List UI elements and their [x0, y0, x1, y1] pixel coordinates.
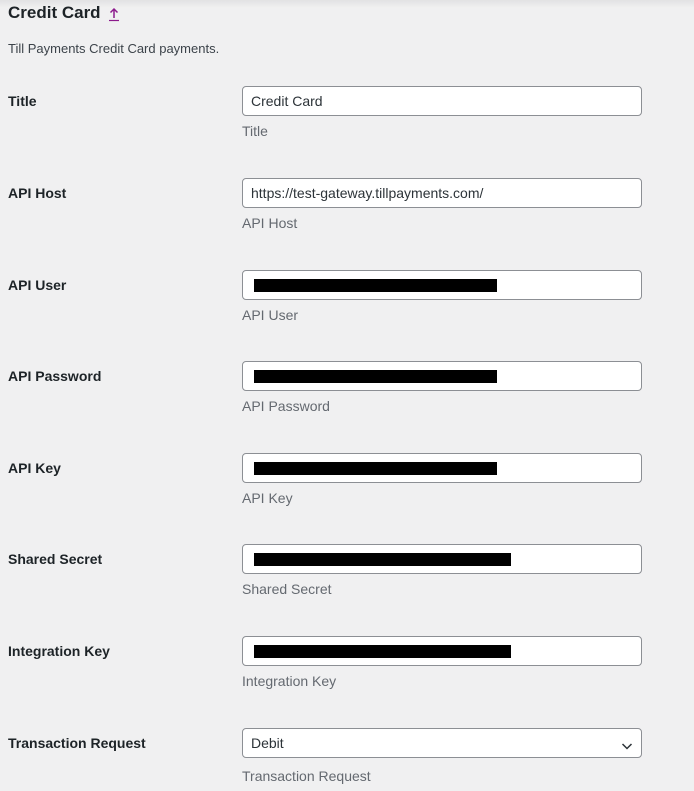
- section-description: Till Payments Credit Card payments.: [8, 41, 220, 56]
- shared-secret-field[interactable]: [242, 544, 642, 574]
- api-user-help: API User: [242, 307, 299, 323]
- shared-secret-label: Shared Secret: [8, 551, 103, 567]
- title-field[interactable]: [242, 86, 642, 116]
- title-label: Title: [8, 93, 37, 109]
- api-password-help: API Password: [242, 398, 330, 414]
- api-key-field[interactable]: [242, 453, 642, 483]
- api-password-field[interactable]: [242, 361, 642, 391]
- api-user-field[interactable]: [242, 270, 642, 300]
- redaction-bar: [254, 279, 497, 292]
- section-title: Credit Card: [8, 3, 101, 22]
- chevron-down-icon: [621, 738, 633, 750]
- api-host-label: API Host: [8, 185, 67, 201]
- api-password-label: API Password: [8, 368, 102, 384]
- section-heading: Credit Card: [8, 2, 120, 24]
- redaction-bar: [254, 462, 497, 475]
- redaction-bar: [254, 553, 511, 566]
- api-host-input[interactable]: [243, 179, 641, 207]
- arrow-up-icon[interactable]: [108, 6, 120, 22]
- integration-key-label: Integration Key: [8, 643, 110, 659]
- settings-page: Credit Card Till Payments Credit Card pa…: [0, 0, 694, 791]
- title-input[interactable]: [243, 87, 641, 115]
- api-key-help: API Key: [242, 490, 293, 506]
- title-help: Title: [242, 123, 268, 139]
- redaction-bar: [254, 370, 497, 383]
- api-host-help: API Host: [242, 215, 298, 231]
- integration-key-help: Integration Key: [242, 673, 337, 689]
- api-key-label: API Key: [8, 460, 61, 476]
- transaction-request-label: Transaction Request: [8, 735, 146, 751]
- shared-secret-help: Shared Secret: [242, 581, 332, 597]
- transaction-request-help: Transaction Request: [242, 768, 371, 784]
- transaction-request-value: Debit: [251, 735, 284, 751]
- redaction-bar: [254, 645, 511, 658]
- api-host-field[interactable]: [242, 178, 642, 208]
- api-user-label: API User: [8, 277, 67, 293]
- integration-key-field[interactable]: [242, 636, 642, 666]
- transaction-request-select[interactable]: Debit: [242, 728, 642, 758]
